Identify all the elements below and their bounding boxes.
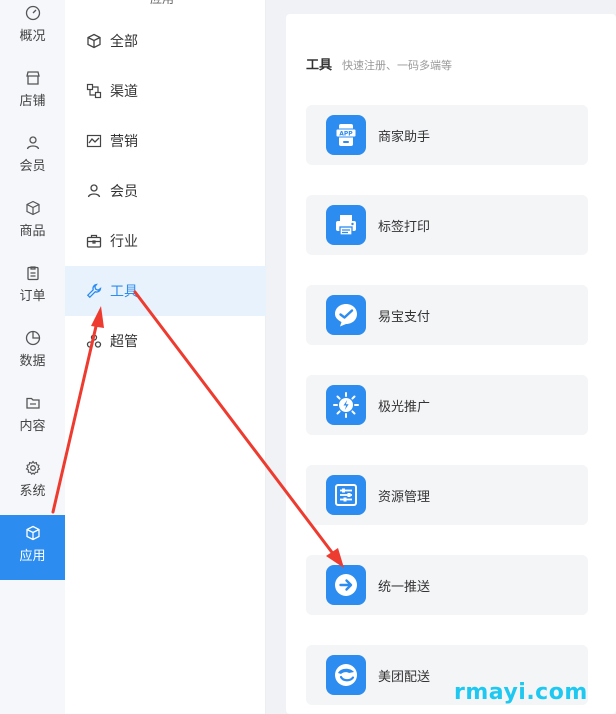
nav-item-label: 系统 [19, 484, 46, 499]
sliders-icon [335, 484, 357, 506]
channel-icon [86, 83, 102, 99]
section-header: 工具 快速注册、一码多端等 [306, 54, 452, 73]
nav-item-label: 商品 [19, 224, 46, 239]
nav-item-data[interactable]: 数据 [0, 320, 65, 385]
app-card-label: 资源管理 [378, 489, 431, 505]
user-icon [26, 136, 39, 150]
nav-item-label: 数据 [19, 354, 46, 369]
sub-nav-tools[interactable]: 工具 [65, 266, 266, 316]
nav-item-store[interactable]: 店铺 [0, 60, 65, 125]
sub-nav-super-admin[interactable]: 超管 [65, 316, 266, 366]
nav-item-system[interactable]: 系统 [0, 450, 65, 515]
folder-icon [25, 397, 40, 409]
nav-item-label: 订单 [19, 289, 46, 304]
arrow-circle-icon [335, 574, 357, 596]
nav-item-orders[interactable]: 订单 [0, 255, 65, 320]
app-phone-icon: APP [335, 124, 357, 146]
nav-item-label: 会员 [19, 159, 46, 174]
app-tile [326, 565, 366, 605]
section-subtitle: 快速注册、一码多端等 [342, 59, 453, 72]
app-tile [326, 385, 366, 425]
user-icon [87, 184, 101, 198]
nav-item-label: 内容 [19, 419, 46, 434]
sub-nav-all[interactable]: 全部 [65, 16, 266, 66]
app-card-yeepay[interactable]: 易宝支付 [306, 285, 588, 345]
meituan-icon [335, 664, 357, 686]
sun-bolt-icon [333, 392, 359, 418]
app-card-label: 商家助手 [378, 129, 431, 145]
app-card-label: 易宝支付 [378, 309, 431, 325]
nav-item-label: 应用 [19, 549, 46, 564]
wrench-icon [86, 283, 102, 299]
app-card-label: 统一推送 [378, 579, 431, 595]
section-title: 工具 [306, 58, 333, 73]
sub-nav-label: 工具 [110, 284, 138, 300]
app-card-label: 极光推广 [378, 399, 431, 415]
nav-item-content[interactable]: 内容 [0, 385, 65, 450]
nav-item-members[interactable]: 会员 [0, 125, 65, 190]
nav-item-products[interactable]: 商品 [0, 190, 65, 255]
sub-nav-industry[interactable]: 行业 [65, 216, 266, 266]
app-card-unified-push[interactable]: 统一推送 [306, 555, 588, 615]
app-tile [326, 295, 366, 335]
cube-icon [25, 525, 40, 541]
sub-nav-label: 全部 [110, 34, 138, 50]
app-tile [326, 655, 366, 695]
app-card-jiguang-promo[interactable]: 极光推广 [306, 375, 588, 435]
sub-nav-marketing[interactable]: 营销 [65, 116, 266, 166]
app-card-label: 标签打印 [378, 219, 431, 235]
nav-item-overview[interactable]: 概况 [0, 0, 65, 60]
svg-text:APP: APP [339, 131, 353, 138]
gear-icon [25, 460, 40, 476]
briefcase-icon [86, 234, 102, 248]
app-tile: APP [326, 115, 366, 155]
secondary-nav-heading: 应用 [150, 0, 174, 7]
pie-icon [25, 330, 40, 346]
app-card-resource-management[interactable]: 资源管理 [306, 465, 588, 525]
sub-nav-members[interactable]: 会员 [65, 166, 266, 216]
app-card-label: 美团配送 [378, 669, 431, 685]
printer-icon [336, 215, 356, 236]
sub-nav-label: 会员 [110, 184, 138, 200]
sub-nav-label: 渠道 [110, 84, 138, 100]
shield-icon [86, 334, 102, 348]
store-icon [25, 71, 40, 85]
nav-item-label: 店铺 [19, 94, 46, 109]
primary-sidebar: 概况 店铺 会员 商品 订单 数据 内容 系统 应用 [0, 0, 65, 714]
dashboard-icon [25, 5, 40, 21]
cube-icon [87, 33, 101, 49]
sub-nav-label: 超管 [110, 334, 138, 350]
app-tile [326, 475, 366, 515]
sub-nav-label: 营销 [110, 134, 138, 150]
watermark: rmayi.com [454, 680, 588, 705]
nav-item-apps[interactable]: 应用 [0, 515, 65, 580]
sub-nav-label: 行业 [110, 234, 138, 250]
pay-check-icon [335, 304, 357, 327]
nav-item-label: 概况 [19, 29, 46, 44]
main-panel: 工具 快速注册、一码多端等 APP 商家助手 标签打印 易宝支付 极光推广 资源… [286, 14, 616, 714]
chart-icon [86, 134, 102, 148]
sub-nav-channel[interactable]: 渠道 [65, 66, 266, 116]
app-card-merchant-assistant[interactable]: APP 商家助手 [306, 105, 588, 165]
box-icon [25, 200, 40, 216]
app-tile [326, 205, 366, 245]
clipboard-icon [26, 266, 39, 281]
app-card-label-print[interactable]: 标签打印 [306, 195, 588, 255]
secondary-sidebar: 应用 全部 渠道 营销 会员 行业 工具 超管 [65, 0, 266, 714]
